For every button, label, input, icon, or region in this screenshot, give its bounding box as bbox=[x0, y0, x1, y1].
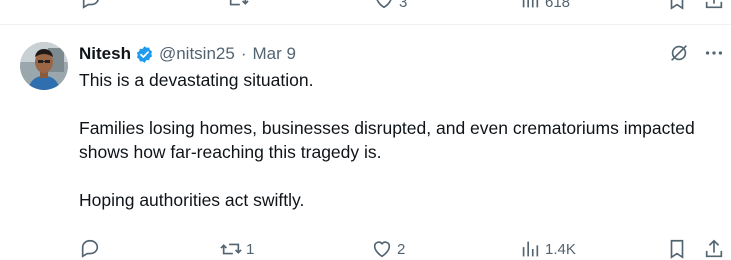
reply-icon bbox=[82, 0, 99, 9]
repost-icon bbox=[220, 243, 242, 255]
avatar-image bbox=[20, 42, 68, 90]
view-count: 1.4K bbox=[545, 240, 576, 258]
like-icon bbox=[373, 241, 391, 258]
reply-icon bbox=[81, 239, 99, 258]
like-button[interactable]: 2 bbox=[371, 238, 405, 260]
tweet-paragraph: Families losing homes, businesses disrup… bbox=[79, 118, 695, 162]
prev-share-button[interactable] bbox=[703, 0, 725, 16]
tweet-date[interactable]: Mar 9 bbox=[253, 44, 296, 64]
bookmark-icon bbox=[670, 239, 684, 259]
prev-bookmark-button[interactable] bbox=[666, 0, 688, 16]
grok-icon bbox=[671, 45, 687, 61]
grok-button[interactable] bbox=[668, 42, 690, 64]
prev-reply-button[interactable] bbox=[80, 0, 102, 16]
bookmark-button[interactable] bbox=[666, 238, 688, 260]
tweet-paragraph: Hoping authorities act swiftly. bbox=[79, 190, 305, 210]
author-handle[interactable]: @nitsin25 bbox=[159, 44, 235, 64]
reply-button[interactable] bbox=[79, 238, 101, 260]
tweet-divider bbox=[0, 24, 731, 25]
share-icon bbox=[705, 0, 723, 9]
tweet-header: Nitesh @nitsin25 · Mar 9 bbox=[79, 43, 296, 65]
verified-icon bbox=[136, 45, 152, 63]
repost-icon bbox=[229, 0, 249, 6]
tweet-text: This is a devastating situation. Familie… bbox=[79, 68, 719, 212]
more-options-button[interactable] bbox=[703, 42, 725, 64]
like-icon bbox=[376, 0, 392, 9]
share-icon bbox=[705, 239, 723, 258]
views-icon bbox=[522, 0, 539, 8]
views-button[interactable]: 1.4K bbox=[519, 238, 576, 260]
tweet-actions: 1 2 1.4K bbox=[79, 238, 731, 260]
repost-count: 1 bbox=[246, 240, 255, 258]
bookmark-icon bbox=[670, 0, 684, 10]
prev-repost-button[interactable] bbox=[227, 0, 249, 16]
previous-tweet-actions: 3 618 bbox=[0, 0, 731, 11]
like-count: 2 bbox=[397, 240, 406, 258]
prev-view-count: 618 bbox=[545, 0, 571, 11]
views-icon bbox=[522, 241, 539, 257]
avatar[interactable] bbox=[20, 42, 68, 90]
header-separator: · bbox=[240, 44, 247, 63]
author-name[interactable]: Nitesh bbox=[79, 44, 131, 64]
tweet-paragraph: This is a devastating situation. bbox=[79, 70, 314, 90]
share-button[interactable] bbox=[703, 238, 725, 260]
prev-views-button[interactable]: 618 bbox=[519, 0, 570, 11]
prev-like-button[interactable]: 3 bbox=[373, 0, 407, 11]
repost-button[interactable]: 1 bbox=[220, 238, 254, 260]
prev-like-count: 3 bbox=[399, 0, 408, 11]
more-icon bbox=[705, 51, 723, 55]
